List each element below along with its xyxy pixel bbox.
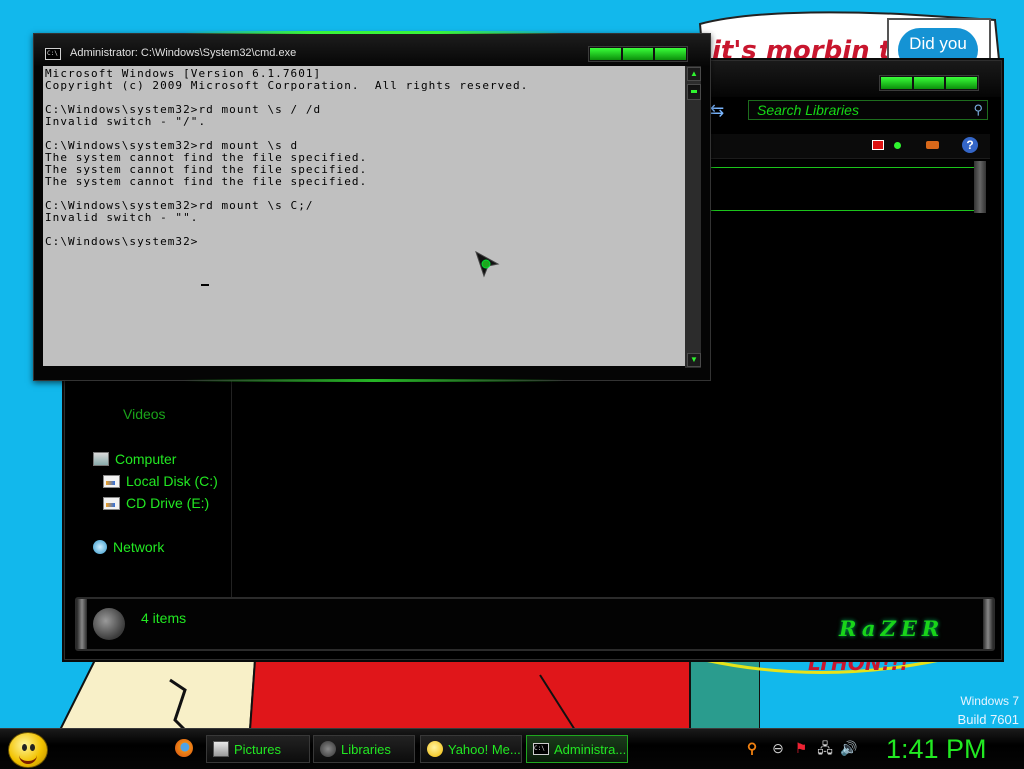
system-tray: ⚲ ⊖ ⚑ 🖧 🔊 bbox=[742, 737, 862, 761]
scroll-down-arrow-icon[interactable]: ▼ bbox=[687, 353, 701, 367]
view-slider-icon[interactable] bbox=[894, 142, 901, 149]
minimize-button[interactable] bbox=[590, 48, 621, 60]
item-count: 4 items bbox=[141, 610, 187, 626]
taskbar-button-administrator-cmd[interactable]: C:\ Administra... bbox=[526, 735, 628, 763]
address-row: ⇆ ⚲ bbox=[710, 98, 990, 124]
console-scrollbar[interactable]: ▲ ▼ bbox=[685, 66, 701, 368]
close-button[interactable] bbox=[655, 48, 687, 60]
nav-item-label: Local Disk (C:) bbox=[126, 473, 218, 489]
console-output-area[interactable]: Microsoft Windows [Version 6.1.7601] Cop… bbox=[43, 66, 685, 366]
taskbar-clock[interactable]: 1:41 PM bbox=[886, 734, 987, 765]
cmd-titlebar[interactable]: C:\ Administrator: C:\Windows\System32\c… bbox=[34, 34, 710, 66]
search-input[interactable] bbox=[749, 101, 967, 119]
network-icon bbox=[93, 540, 107, 554]
start-face-eye bbox=[30, 744, 35, 751]
start-face-mouth bbox=[19, 753, 37, 764]
start-face-eye bbox=[22, 744, 27, 751]
computer-icon bbox=[93, 452, 109, 466]
nav-item-label: CD Drive (E:) bbox=[126, 495, 210, 511]
cd-drive-icon bbox=[103, 496, 120, 510]
scroll-up-arrow-icon[interactable]: ▲ bbox=[687, 67, 701, 81]
nav-item-label: Network bbox=[113, 539, 165, 555]
explorer-caption-buttons[interactable] bbox=[879, 75, 979, 91]
scrollbar-thumb[interactable] bbox=[687, 84, 701, 100]
libraries-icon bbox=[320, 741, 336, 757]
start-button[interactable] bbox=[8, 732, 48, 768]
taskbar-button-label: Administra... bbox=[554, 741, 627, 757]
window-bottom-glow bbox=[184, 379, 564, 382]
minimize-circle-icon[interactable]: ⊖ bbox=[770, 740, 786, 756]
network-status-icon[interactable]: 🖧 bbox=[817, 740, 833, 756]
taskbar-button-label: Pictures bbox=[234, 741, 281, 757]
maximize-button[interactable] bbox=[913, 77, 945, 89]
mouse-pointer-icon bbox=[475, 250, 500, 278]
window-title: Administrator: C:\Windows\System32\cmd.e… bbox=[70, 47, 297, 59]
explorer-toolbar: ? bbox=[710, 134, 990, 159]
details-pane: 4 items RaZER bbox=[75, 597, 995, 651]
refresh-arrows-icon[interactable]: ⇆ bbox=[710, 101, 740, 121]
firefox-icon[interactable] bbox=[175, 739, 193, 757]
search-icon[interactable]: ⚲ bbox=[973, 102, 983, 118]
nav-item-cd-drive[interactable]: CD Drive (E:) bbox=[103, 495, 209, 511]
volume-icon[interactable]: 🔊 bbox=[840, 740, 857, 756]
minimize-button[interactable] bbox=[881, 77, 912, 89]
console-text: Microsoft Windows [Version 6.1.7601] Cop… bbox=[45, 67, 529, 248]
taskbar-button-pictures[interactable]: Pictures bbox=[206, 735, 310, 763]
yahoo-messenger-icon bbox=[427, 741, 443, 757]
razer-logo: RaZER bbox=[839, 616, 945, 641]
taskbar: Pictures Libraries Yahoo! Me... C:\ Admi… bbox=[0, 728, 1024, 769]
details-pane-left-edge bbox=[77, 599, 87, 649]
preview-pane-icon[interactable] bbox=[926, 141, 939, 149]
cmd-icon[interactable]: C:\ bbox=[45, 48, 61, 60]
text-cursor bbox=[201, 284, 209, 286]
nav-item-computer[interactable]: Computer bbox=[93, 451, 176, 467]
taskbar-button-label: Yahoo! Me... bbox=[448, 741, 521, 757]
cmd-caption-buttons[interactable] bbox=[588, 46, 688, 62]
cmd-icon: C:\ bbox=[533, 743, 549, 755]
nav-item-local-disk[interactable]: Local Disk (C:) bbox=[103, 473, 218, 489]
taskbar-button-libraries[interactable]: Libraries bbox=[313, 735, 415, 763]
library-orb-icon bbox=[93, 608, 125, 640]
pictures-folder-icon bbox=[213, 741, 229, 757]
maximize-button[interactable] bbox=[622, 48, 654, 60]
os-watermark-build: Build 7601 bbox=[957, 712, 1019, 727]
nav-item-label: Videos bbox=[123, 406, 166, 422]
header-scrollbar[interactable] bbox=[974, 161, 986, 213]
search-icon[interactable]: ⚲ bbox=[744, 740, 760, 756]
column-header[interactable] bbox=[710, 167, 978, 211]
search-box[interactable]: ⚲ bbox=[748, 100, 988, 120]
help-icon[interactable]: ? bbox=[962, 137, 978, 153]
details-pane-right-edge bbox=[983, 599, 993, 649]
action-center-flag-icon[interactable]: ⚑ bbox=[793, 740, 809, 756]
cmd-window[interactable]: C:\ Administrator: C:\Windows\System32\c… bbox=[33, 31, 711, 382]
taskbar-button-label: Libraries bbox=[341, 741, 391, 757]
hard-drive-icon bbox=[103, 474, 120, 488]
taskbar-button-yahoo-messenger[interactable]: Yahoo! Me... bbox=[420, 735, 522, 763]
nav-item-videos[interactable]: Videos bbox=[123, 406, 166, 422]
nav-item-label: Computer bbox=[115, 451, 177, 467]
os-watermark-version: Windows 7 bbox=[960, 694, 1019, 708]
change-view-icon[interactable] bbox=[872, 140, 884, 150]
close-button[interactable] bbox=[946, 77, 978, 89]
nav-item-network[interactable]: Network bbox=[93, 539, 164, 555]
